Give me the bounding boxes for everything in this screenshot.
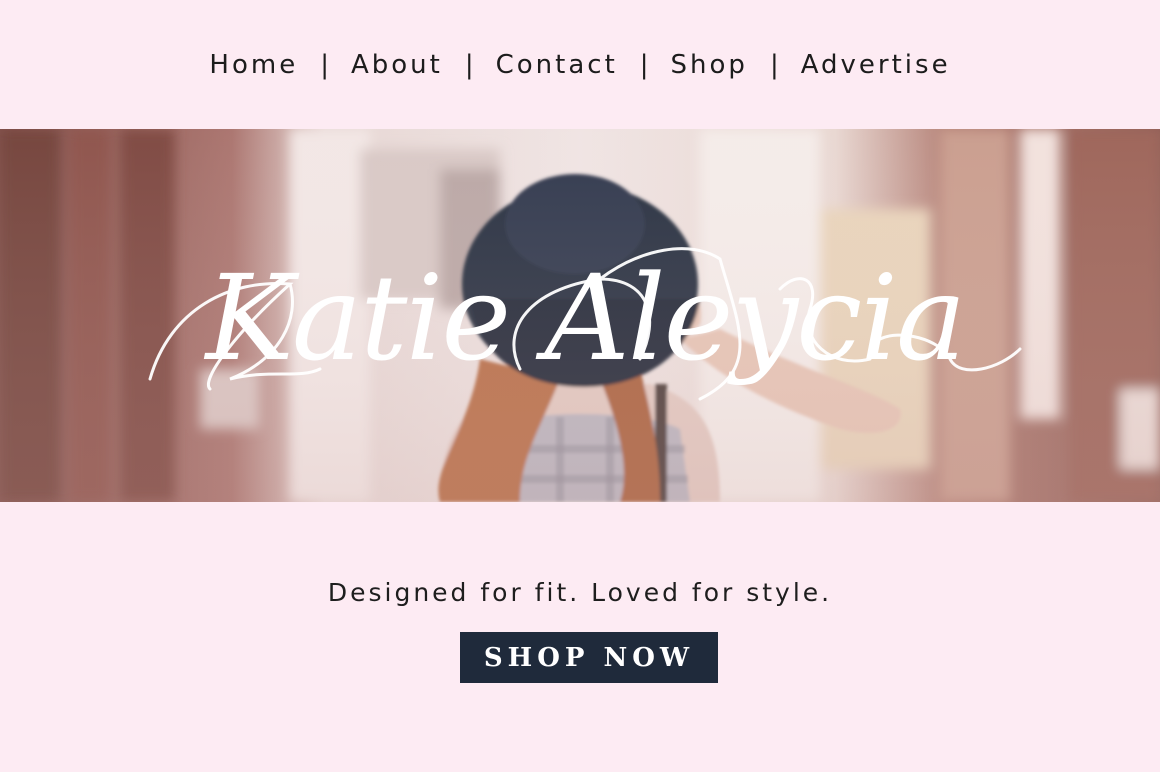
nav-link-advertise[interactable]: Advertise	[801, 50, 951, 80]
main-navigation: Home | About | Contact | Shop | Advertis…	[0, 0, 1160, 129]
hero-photo: Katie Aleycia	[0, 129, 1160, 502]
nav-separator: |	[464, 49, 474, 80]
nav-link-home[interactable]: Home	[209, 50, 298, 80]
nav-separator: |	[320, 49, 329, 80]
logo-text: Katie Aleycia	[204, 249, 965, 387]
nav-list: Home | About | Contact | Shop | Advertis…	[209, 50, 950, 80]
nav-separator: |	[639, 49, 649, 80]
katie-aleycia-logo: Katie Aleycia	[148, 247, 1022, 401]
tagline: Designed for fit. Loved for style.	[327, 578, 833, 607]
hero-banner: Katie Aleycia	[0, 129, 1160, 502]
shop-now-button[interactable]: SHOP NOW	[460, 632, 718, 683]
nav-link-contact[interactable]: Contact	[496, 50, 618, 80]
nav-link-shop[interactable]: Shop	[671, 50, 748, 80]
nav-link-about[interactable]: About	[351, 50, 443, 80]
nav-separator: |	[769, 49, 779, 80]
